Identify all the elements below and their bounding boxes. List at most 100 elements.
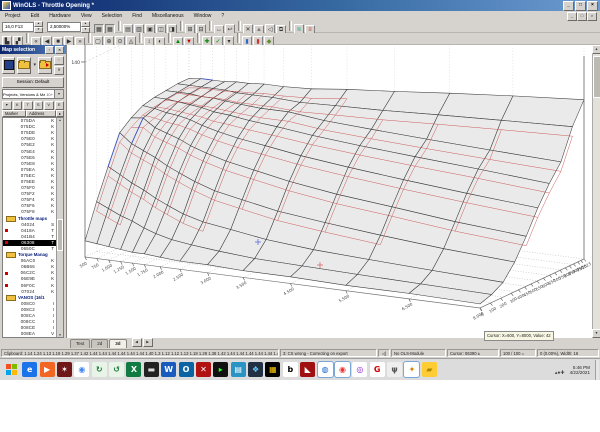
toolbar-separator — [237, 32, 240, 43]
tab-2d[interactable]: 2d — [91, 339, 109, 348]
filter-button[interactable]: T — [23, 100, 33, 110]
taskbar-app-icon[interactable]: ❖ — [248, 362, 264, 377]
panel-option-b-button[interactable]: ✕ — [54, 65, 64, 75]
map-list-row[interactable]: 008EA V — [3, 331, 56, 337]
column-type[interactable]: ▸ — [56, 110, 64, 117]
taskbar-app-icon[interactable]: ↺ — [109, 362, 125, 377]
taskbar-app-icon[interactable]: b — [282, 362, 298, 377]
menu-project[interactable]: Project — [0, 13, 26, 19]
taskbar-app-icon[interactable]: ✦ — [403, 361, 421, 378]
show-desktop-button[interactable] — [595, 359, 599, 380]
taskbar-app-icon[interactable]: W — [161, 362, 177, 377]
panel-option-a-button[interactable]: ▫ — [54, 55, 64, 65]
panel-close-button[interactable]: × — [55, 45, 64, 54]
column-marker[interactable]: Marker — [2, 110, 26, 117]
maximize-button[interactable]: □ — [575, 0, 586, 11]
mdi-minimize-button[interactable]: _ — [567, 11, 577, 21]
z-axis-max-label: 140 — [71, 60, 80, 66]
map-address: 075F8 — [21, 209, 35, 215]
map-type: K — [51, 288, 54, 294]
box-top-edge — [84, 45, 122, 63]
scroll-up-icon[interactable]: ▲ — [592, 45, 600, 54]
taskbar-app-icon[interactable]: ▬ — [143, 362, 159, 377]
axis-tick — [573, 263, 576, 267]
scroll-up-icon[interactable]: ▲ — [59, 118, 62, 122]
taskbar-app-icon[interactable]: ◎ — [352, 362, 368, 377]
map-type: K — [51, 124, 54, 130]
scrollbar-thumb[interactable] — [592, 56, 600, 98]
taskbar-app-icon[interactable]: ψ — [387, 362, 403, 377]
map-type: K — [51, 203, 54, 209]
chart-vertical-scrollbar[interactable]: ▲ ▼ — [592, 45, 600, 338]
taskbar-app-icon[interactable]: ▦ — [265, 362, 281, 377]
tab-scroll-right[interactable]: ▶ — [142, 338, 153, 347]
taskbar-app-icon[interactable]: ▤ — [230, 362, 246, 377]
map-marker-icon — [3, 229, 10, 232]
flag-square — [5, 370, 11, 375]
map-3d-view[interactable]: 500 750 1.000 1.250 1.500 1.750 2.000 2.500 3.00… — [67, 45, 592, 338]
scrollbar-thumb[interactable] — [57, 218, 63, 251]
map-type: T — [51, 239, 54, 245]
filter-button[interactable]: K — [12, 100, 22, 110]
map-address: 075DC — [20, 124, 36, 130]
map-address: 06AC0 — [20, 258, 36, 264]
close-button[interactable]: × — [587, 0, 598, 11]
map-type: K — [51, 118, 54, 124]
taskbar-app-icon[interactable]: ▶ — [39, 362, 55, 377]
import-map-button[interactable] — [38, 56, 52, 74]
taskbar-app-icon[interactable]: ✕ — [195, 362, 211, 377]
filter-button[interactable]: S — [33, 100, 43, 110]
list-header: Marker Address ▸ — [2, 110, 64, 117]
taskbar-app-icon[interactable]: ◉ — [74, 362, 90, 377]
session-button[interactable]: Session: Default — [2, 77, 64, 88]
folder-label: Throttle maps — [18, 215, 48, 221]
scroll-down-icon[interactable]: ▼ — [592, 329, 600, 338]
taskbar-apps: e ▶ ✶ ◉ ↻ ↺ X ▬ W O ✕ ▸ ▤ ❖ ▦ b ◣ ◍ ◉ ◎ Gψ ✦ ▰ — [21, 361, 438, 378]
scroll-down-icon[interactable]: ▼ — [59, 333, 62, 337]
panel-pin-button[interactable]: ▫ — [45, 45, 54, 54]
map-type: K — [51, 276, 54, 282]
rpm-axis-label: 2.000 — [152, 269, 165, 279]
taskbar-clock[interactable]: 5:46 PM 4/22/2021 — [570, 365, 590, 375]
tab-3d[interactable]: 3d — [109, 339, 127, 348]
tab-scroll-left[interactable]: ◀ — [131, 338, 142, 347]
view-combo[interactable]: Projects, Versions & Maps 10+ ▾ — [2, 89, 64, 99]
filter-button[interactable]: E — [54, 100, 64, 110]
taskbar-app-icon[interactable]: O — [178, 362, 194, 377]
taskbar-app-icon[interactable]: ◍ — [316, 361, 334, 378]
chevron-down-icon[interactable]: ▾ — [54, 90, 63, 98]
taskbar-app-icon[interactable]: ✶ — [56, 362, 72, 377]
taskbar-app-icon[interactable]: ◉ — [333, 361, 351, 378]
start-button[interactable] — [1, 360, 21, 380]
filter-button[interactable]: V — [44, 100, 54, 110]
menu-edit[interactable]: Edit — [26, 13, 45, 19]
taskbar-app-icon[interactable]: e — [22, 362, 38, 377]
taskbar-app-icon[interactable]: ▰ — [421, 362, 437, 377]
axis-tick — [500, 298, 504, 301]
menu-hardware[interactable]: Hardware — [44, 13, 76, 19]
filter-button[interactable]: ▾ — [2, 100, 12, 110]
clock-date: 4/22/2021 — [569, 369, 590, 375]
axis-tick — [565, 267, 568, 271]
open-dropdown-arrow[interactable]: ▾ — [33, 62, 36, 68]
map-type: I — [52, 319, 54, 325]
taskbar-app-icon[interactable]: ↻ — [91, 362, 107, 377]
save-map-button[interactable] — [2, 56, 16, 74]
open-project-button[interactable] — [17, 56, 32, 74]
taskbar-app-icon[interactable]: X — [126, 362, 142, 377]
flag-square — [5, 364, 11, 369]
mdi-close-button[interactable]: × — [587, 11, 597, 21]
map-marker-icon — [3, 272, 10, 275]
column-address[interactable]: Address — [26, 110, 56, 117]
map-type: S — [51, 221, 54, 227]
rpm-axis-label: 1.250 — [113, 264, 126, 274]
taskbar-app-icon[interactable]: G — [369, 362, 385, 377]
rpm-axis-label: 1.000 — [101, 263, 114, 273]
tab-text[interactable]: Text — [70, 339, 91, 348]
taskbar-app-icon[interactable]: ▸ — [213, 362, 229, 377]
tray-icon[interactable]: ✚ — [560, 370, 564, 376]
taskbar-app-icon[interactable]: ◣ — [300, 362, 316, 377]
minimize-button[interactable]: _ — [563, 0, 574, 11]
list-vertical-scrollbar[interactable]: ▲ ▼ — [56, 118, 63, 337]
mdi-restore-button[interactable]: □ — [577, 11, 587, 21]
